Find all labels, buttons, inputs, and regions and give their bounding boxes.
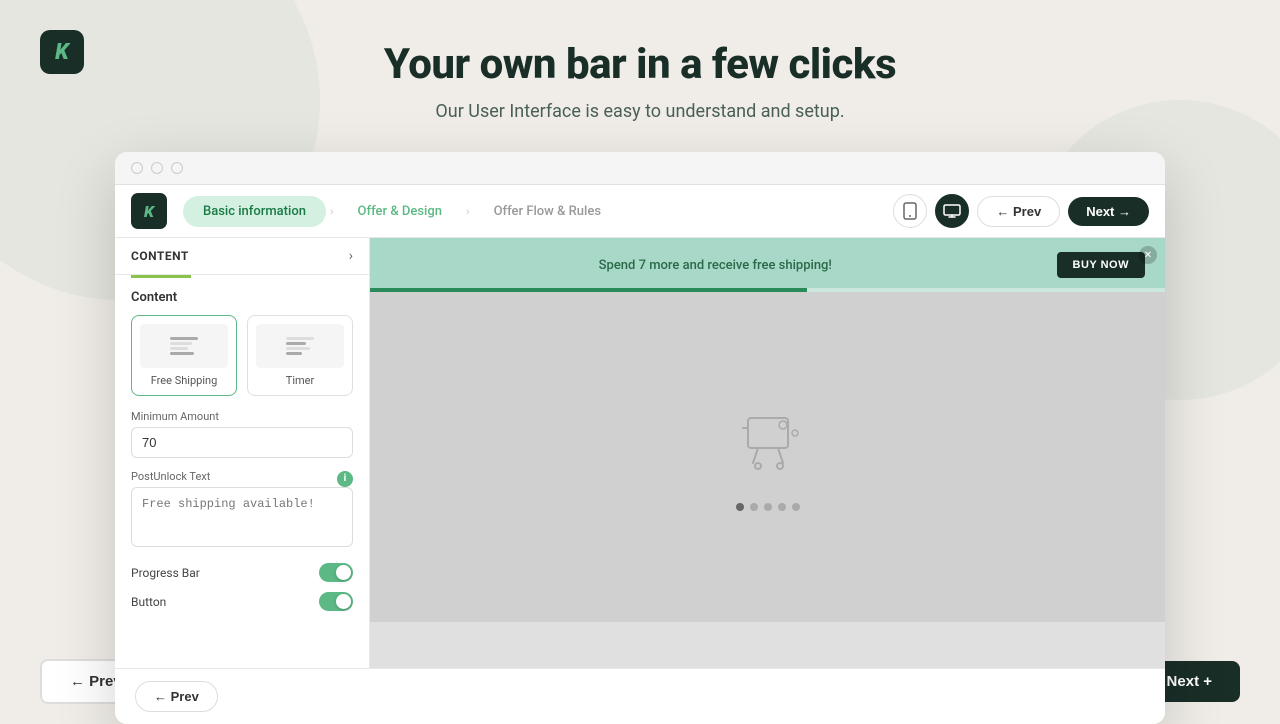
panel-tab-header: CONTENT › — [115, 238, 369, 275]
free-shipping-card-icon — [140, 324, 228, 368]
navbar-right: ← Prev Next → — [893, 194, 1149, 228]
preview-site-area — [370, 292, 1165, 622]
page-title: Your own bar in a few clicks — [0, 40, 1280, 89]
step-arrow-2: › — [466, 204, 470, 218]
step-offer-design[interactable]: Offer & Design — [338, 196, 462, 227]
free-shipping-card-label: Free Shipping — [140, 374, 228, 387]
app-window: K Basic information › Offer & Design › O… — [115, 152, 1165, 724]
preview-buy-btn[interactable]: BUY NOW — [1057, 252, 1145, 278]
step-arrow-1: › — [330, 204, 334, 218]
progress-bar-label: Progress Bar — [131, 566, 319, 580]
panel-section-content: Content Free Shipping — [115, 278, 369, 633]
step-basic-information[interactable]: Basic information — [183, 196, 326, 227]
window-dot-2 — [151, 162, 163, 174]
panel-tab-label: CONTENT — [131, 249, 189, 263]
minimum-amount-field: Minimum Amount — [131, 410, 353, 458]
content-card-free-shipping[interactable]: Free Shipping — [131, 315, 237, 396]
preview-dot-5[interactable] — [792, 503, 800, 511]
timer-card-label: Timer — [256, 374, 344, 387]
post-unlock-label: PostUnlock Text — [131, 470, 210, 483]
step-offer-flow[interactable]: Offer Flow & Rules — [474, 196, 621, 227]
stepper: Basic information › Offer & Design › Off… — [183, 196, 621, 227]
minimum-amount-input[interactable] — [131, 427, 353, 458]
post-unlock-textarea[interactable]: Free shipping available! — [131, 487, 353, 547]
page-subtitle: Our User Interface is easy to understand… — [0, 101, 1280, 122]
section-label: Content — [131, 290, 353, 305]
preview-progress-wrap — [370, 288, 1165, 292]
preview-announcement-bar: Spend 7 more and receive free shipping! … — [370, 238, 1165, 292]
cart-illustration — [728, 403, 808, 483]
timer-card-icon — [256, 324, 344, 368]
app-bottom-nav: ← Prev — [115, 668, 1165, 724]
preview-bar-text: Spend 7 more and receive free shipping! — [390, 258, 1041, 273]
button-toggle[interactable] — [319, 592, 353, 611]
right-panel: Spend 7 more and receive free shipping! … — [370, 238, 1165, 668]
preview-close-btn[interactable]: ✕ — [1139, 246, 1157, 264]
button-label: Button — [131, 595, 319, 609]
preview-dot-4[interactable] — [778, 503, 786, 511]
window-dot-3 — [171, 162, 183, 174]
post-unlock-info-icon[interactable]: i — [337, 471, 353, 487]
app-navbar: K Basic information › Offer & Design › O… — [115, 185, 1165, 238]
app-prev-btn[interactable]: ← Prev — [135, 681, 218, 712]
minimum-amount-label: Minimum Amount — [131, 410, 353, 423]
navbar-next-btn[interactable]: Next → — [1068, 197, 1149, 226]
mobile-device-btn[interactable] — [893, 194, 927, 228]
window-chrome — [115, 152, 1165, 185]
preview-progress-fill — [370, 288, 807, 292]
preview-dot-1[interactable] — [736, 503, 744, 511]
window-dot-1 — [131, 162, 143, 174]
button-row: Button — [131, 592, 353, 611]
desktop-device-btn[interactable] — [935, 194, 969, 228]
progress-bar-row: Progress Bar — [131, 563, 353, 582]
panel-tab-arrow: › — [349, 248, 353, 264]
app-logo: K — [131, 193, 167, 229]
progress-bar-toggle[interactable] — [319, 563, 353, 582]
content-card-timer[interactable]: Timer — [247, 315, 353, 396]
preview-dot-2[interactable] — [750, 503, 758, 511]
preview-dot-3[interactable] — [764, 503, 772, 511]
navbar-prev-btn[interactable]: ← Prev — [977, 196, 1060, 227]
page-header: Your own bar in a few clicks Our User In… — [0, 0, 1280, 142]
app-body: CONTENT › Content — [115, 238, 1165, 668]
content-cards: Free Shipping Timer — [131, 315, 353, 396]
preview-dots — [736, 503, 800, 511]
post-unlock-field: PostUnlock Text i Free shipping availabl… — [131, 470, 353, 551]
left-panel: CONTENT › Content — [115, 238, 370, 668]
post-unlock-label-row: PostUnlock Text i — [131, 470, 353, 487]
